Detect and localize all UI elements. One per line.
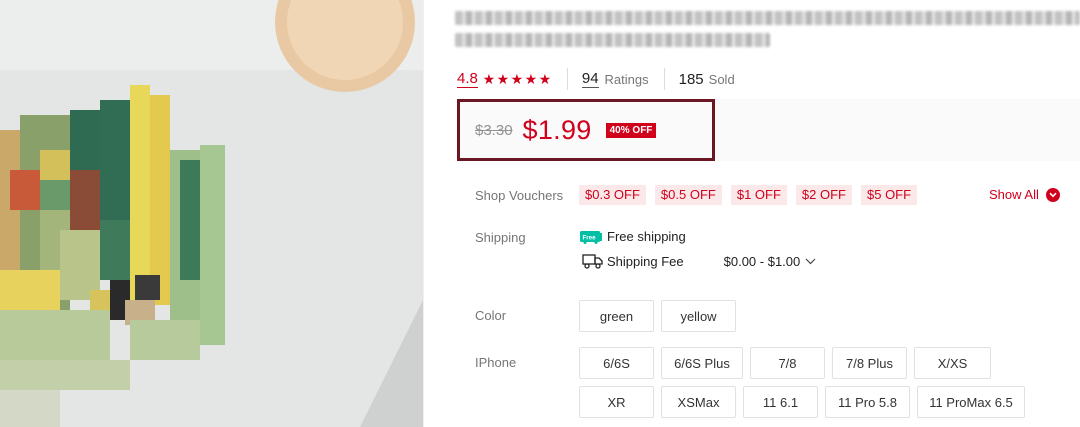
shipping-fee-label: Shipping Fee: [607, 253, 684, 269]
voucher-chip[interactable]: $1 OFF: [730, 185, 787, 205]
star-icon: ★: [482, 71, 496, 87]
star-icon: ★: [510, 71, 524, 87]
voucher-chip[interactable]: $5 OFF: [861, 185, 918, 205]
color-option-yellow[interactable]: yellow: [661, 300, 736, 332]
panel-divider: [423, 0, 424, 427]
vouchers-label: Shop Vouchers: [475, 188, 564, 203]
iphone-option[interactable]: 11 Pro 5.8: [825, 386, 910, 418]
sold-count: 185: [678, 70, 704, 88]
color-label: Color: [475, 308, 507, 323]
product-title-obscured: [455, 8, 1080, 56]
ratings-label: Ratings: [604, 71, 649, 87]
star-icon: ★: [538, 71, 552, 87]
show-all-vouchers-button[interactable]: Show All: [989, 187, 1060, 202]
free-shipping-row: Free Free shipping: [580, 229, 686, 244]
rating-stars: ★ ★ ★ ★ ★: [482, 72, 552, 86]
voucher-chip[interactable]: $2 OFF: [795, 185, 852, 205]
shipping-fee-dropdown[interactable]: $0.00 - $1.00: [724, 254, 817, 269]
product-image[interactable]: [0, 0, 423, 427]
voucher-chip[interactable]: $0.3 OFF: [579, 185, 646, 205]
iphone-option[interactable]: 7/8: [750, 347, 825, 379]
shipping-fee-range: $0.00 - $1.00: [723, 253, 801, 269]
price-section: $3.30 $1.99 40% OFF: [475, 110, 657, 150]
sold-divider: [663, 68, 665, 90]
iphone-option[interactable]: 7/8 Plus: [832, 347, 907, 379]
show-all-label: Show All: [989, 187, 1039, 202]
voucher-list: $0.3 OFF $0.5 OFF $1 OFF $2 OFF $5 OFF: [579, 185, 918, 205]
original-price: $3.30: [475, 121, 513, 139]
ratings-count[interactable]: 94: [581, 70, 599, 88]
free-badge-text: Free: [582, 234, 596, 241]
iphone-label: IPhone: [475, 355, 517, 370]
iphone-option[interactable]: XR: [579, 386, 654, 418]
color-option-green[interactable]: green: [579, 300, 654, 332]
sold-label: Sold: [708, 71, 735, 87]
free-shipping-text: Free shipping: [607, 229, 686, 244]
chevron-down-icon: [805, 258, 816, 264]
iphone-option[interactable]: X/XS: [914, 347, 991, 379]
rating-divider: [566, 68, 568, 90]
rating-row: 4.8 ★ ★ ★ ★ ★ 94 Ratings 185 Sold: [457, 68, 735, 90]
star-icon: ★: [496, 71, 510, 87]
iphone-option[interactable]: 6/6S: [579, 347, 654, 379]
truck-icon: [582, 254, 603, 269]
shipping-label: Shipping: [475, 230, 526, 245]
discount-badge: 40% OFF: [605, 122, 657, 138]
voucher-chip[interactable]: $0.5 OFF: [654, 185, 722, 205]
rating-value[interactable]: 4.8: [457, 70, 478, 88]
current-price: $1.99: [522, 114, 592, 145]
shipping-fee-row: Shipping Fee $0.00 - $1.00: [582, 253, 816, 269]
free-shipping-icon: Free: [580, 230, 602, 244]
iphone-option[interactable]: 11 6.1: [743, 386, 818, 418]
iphone-option[interactable]: XSMax: [661, 386, 736, 418]
star-icon: ★: [524, 71, 538, 87]
iphone-option[interactable]: 11 ProMax 6.5: [917, 386, 1025, 418]
chevron-down-icon: [1045, 187, 1060, 202]
iphone-option[interactable]: 6/6S Plus: [661, 347, 743, 379]
